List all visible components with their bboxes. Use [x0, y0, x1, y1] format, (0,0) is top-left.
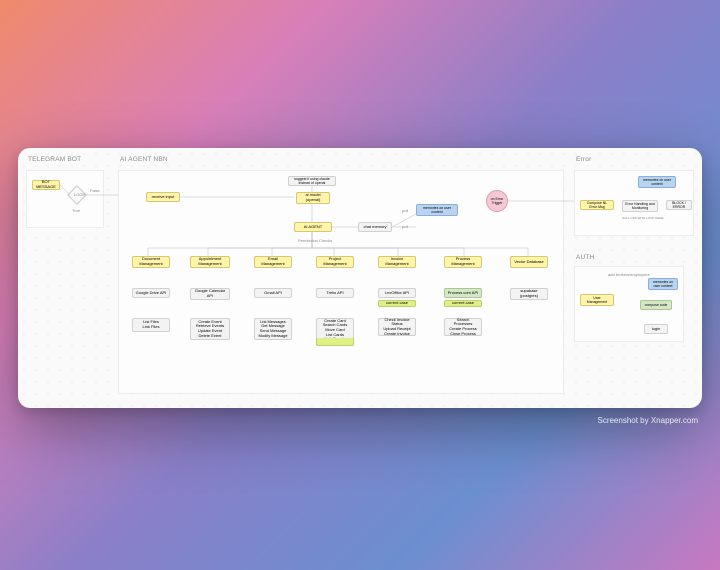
auth-memories[interactable]: memories on user context [648, 278, 678, 290]
node-suggest[interactable]: suggest if using claude instead of opena… [288, 176, 336, 186]
cat-process[interactable]: Process Management [444, 256, 482, 268]
label-loop: LOOP [74, 192, 85, 197]
api-process[interactable]: Process.com API [444, 288, 482, 298]
section-title-auth: AUTH [576, 254, 595, 261]
api-gcal[interactable]: Google Calendar API [190, 288, 230, 300]
api-lexoffice[interactable]: LexOffice API [378, 288, 416, 298]
label-true: True [72, 208, 80, 213]
node-memories[interactable]: memories on user context [416, 204, 458, 216]
label-pull1: pull [402, 208, 408, 213]
auth-user-mgmt[interactable]: User Management [580, 294, 614, 306]
attribution: Screenshot by Xnapper.com [597, 416, 698, 425]
cat-vector[interactable]: Vector Database [510, 256, 548, 268]
section-title-error: Error [576, 156, 591, 163]
ops-appt[interactable]: Create Event Retrieve Events Update Even… [190, 318, 230, 340]
err-compose[interactable]: Compose NL Error Msg [580, 200, 614, 210]
auth-add: add brokers/employees [608, 272, 650, 277]
api-gdrive[interactable]: Google Drive API [132, 288, 170, 298]
node-ai-model[interactable]: ai model (openai) [296, 192, 330, 204]
node-chat-memory[interactable]: chat memory [358, 222, 392, 232]
node-bot-message[interactable]: BOT MESSAGE [32, 180, 60, 190]
err-note: NULL OPS WITH LOOP HERE [622, 216, 664, 220]
cat-invoice[interactable]: Invoice Management [378, 256, 416, 268]
err-memories[interactable]: memories on user context [638, 176, 676, 188]
panel-telegram [26, 170, 104, 228]
auth-compose[interactable]: compose code [640, 300, 672, 310]
section-title-telegram: TELEGRAM BOT [28, 156, 81, 163]
ops-email[interactable]: List Messages Get Message Send Message M… [254, 318, 292, 340]
diagram-card: TELEGRAM BOT BOT MESSAGE LOOP False True… [18, 148, 702, 408]
err-block[interactable]: BLOCK / ERROR [666, 200, 692, 210]
api-gmail[interactable]: Gmail API [254, 288, 292, 298]
node-ai-agent[interactable]: AI AGENT [294, 222, 332, 232]
ops-proj-highlight [316, 338, 354, 346]
section-title-agent: AI AGENT NBN [120, 156, 168, 163]
label-pull2: pull [402, 224, 408, 229]
ops-proc[interactable]: Search Processes Create Process Close Pr… [444, 318, 482, 336]
api-trello[interactable]: Trello API [316, 288, 354, 298]
cat-email[interactable]: Email Management [254, 256, 292, 268]
cat-project[interactable]: Project Management [316, 256, 354, 268]
node-error-trigger-circle[interactable]: on Error Trigger [486, 190, 508, 212]
ops-doc[interactable]: List Files Link Files [132, 318, 170, 332]
cat-document[interactable]: Document Management [132, 256, 170, 268]
label-false: False [90, 188, 100, 193]
cat-appointment[interactable]: Appointment Management [190, 256, 230, 268]
label-permission: Permission Checks [298, 238, 332, 243]
api-supabase[interactable]: supabase (postgres) [510, 288, 548, 300]
ops-inv[interactable]: Check Invoice Status Upload Receipt Crea… [378, 318, 416, 336]
node-receive-input[interactable]: receive input [146, 192, 180, 202]
api-process-highlight[interactable]: current case [444, 300, 482, 307]
auth-login[interactable]: login [644, 324, 668, 334]
api-lexoffice-highlight[interactable]: current case [378, 300, 416, 307]
err-handling[interactable]: Error Handling and Monitoring [622, 200, 658, 212]
